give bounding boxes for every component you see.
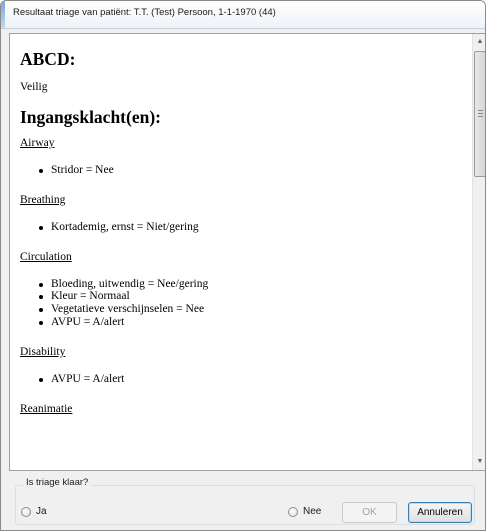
abcd-value: Veilig [20,81,48,93]
section-list-circulation: Bloeding, uitwendig = Nee/gering Kleur =… [38,278,472,329]
section-title-circulation: Circulation [20,250,72,263]
list-item: AVPU = A/alert [38,373,472,386]
section-list-disability: AVPU = A/alert [38,373,472,386]
title-bar-edge [1,1,5,28]
radio-nee[interactable] [288,507,298,517]
list-item: AVPU = A/alert [38,316,472,329]
section-title-reanimatie: Reanimatie [20,402,73,415]
triage-result-dialog: Resultaat triage van patiënt: T.T. (Test… [0,0,486,531]
vertical-scrollbar[interactable]: ▲ ▼ [472,34,485,470]
section-title-airway: Airway [20,137,55,149]
radio-nee-label[interactable]: Nee [303,506,321,517]
scroll-thumb[interactable] [474,51,485,177]
result-content-frame: ABCD: Veilig Ingangsklacht(en): Airway S… [9,33,485,471]
section-title-breathing: Breathing [20,193,66,206]
section-list-airway: Stridor = Nee [38,164,472,177]
section-list-breathing: Kortademig, ernst = Niet/gering [38,221,472,234]
radio-ja[interactable] [21,507,31,517]
title-bar: Resultaat triage van patiënt: T.T. (Test… [1,1,485,29]
complaints-heading: Ingangsklacht(en): [20,107,161,127]
list-item: Kortademig, ernst = Niet/gering [38,221,472,234]
section-title-disability: Disability [20,345,66,358]
scroll-down-arrow-icon[interactable]: ▼ [473,454,485,470]
triage-result-document: ABCD: Veilig Ingangsklacht(en): Airway S… [10,34,472,470]
triage-ready-label: Is triage klaar? [23,477,92,488]
list-item: Kleur = Normaal [38,290,472,303]
scroll-up-arrow-icon[interactable]: ▲ [473,34,485,50]
cancel-button[interactable]: Annuleren [408,502,472,523]
abcd-heading: ABCD: [20,49,76,69]
scroll-grip-icon [478,110,483,117]
window-title: Resultaat triage van patiënt: T.T. (Test… [13,7,276,18]
list-item: Vegetatieve verschijnselen = Nee [38,303,472,316]
list-item: Bloeding, uitwendig = Nee/gering [38,278,472,291]
radio-ja-label[interactable]: Ja [36,506,47,517]
triage-ready-groupbox [15,485,475,525]
list-item: Stridor = Nee [38,164,472,177]
ok-button[interactable]: OK [342,502,397,523]
